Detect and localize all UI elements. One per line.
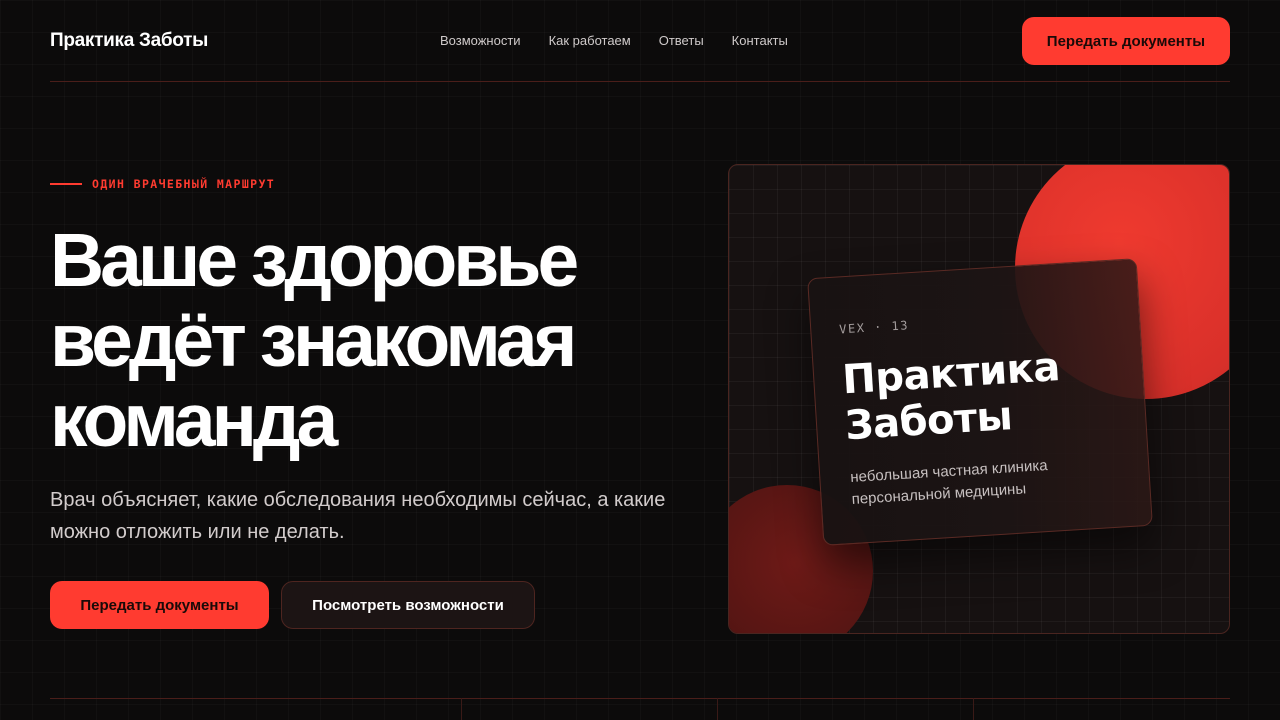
hero-visual: VEX · 13 Практика Заботы небольшая частн… [728, 164, 1230, 634]
nav-link-how-we-work[interactable]: Как работаем [549, 33, 631, 48]
nav-link-faq[interactable]: Ответы [659, 33, 704, 48]
nav-link-contacts[interactable]: Контакты [732, 33, 788, 48]
card-title: Практика Заботы [841, 339, 1146, 449]
brand-logo[interactable]: Практика Заботы [50, 30, 208, 52]
hero-submit-documents-button[interactable]: Передать документы [50, 581, 269, 629]
card-tag: VEX · 13 [838, 318, 910, 337]
card-subtitle: небольшая частная клиника персональной м… [850, 451, 1112, 511]
hero-lead-text: Врач объясняет, какие обследования необх… [50, 489, 666, 543]
hero-headline: Ваше здоровье ведёт знакомая команда [50, 220, 690, 460]
headline-line-2: ведёт знакомая [50, 298, 577, 382]
main-nav: Возможности Как работаем Ответы Контакты [440, 33, 788, 48]
headline-line-1: Ваше здоровье [50, 218, 579, 302]
stat-column-divider [973, 698, 974, 720]
eyebrow-line [50, 183, 82, 185]
clinic-card: VEX · 13 Практика Заботы небольшая частн… [807, 258, 1153, 546]
headline-line-3: команда [50, 378, 338, 462]
hero-eyebrow: ОДИН ВРАЧЕБНЫЙ МАРШРУТ [50, 177, 275, 191]
eyebrow-text: ОДИН ВРАЧЕБНЫЙ МАРШРУТ [92, 177, 276, 191]
site-header: Практика Заботы Возможности Как работаем… [50, 0, 1230, 82]
hero-view-features-button[interactable]: Посмотреть возможности [281, 581, 535, 629]
header-submit-documents-button[interactable]: Передать документы [1021, 17, 1230, 65]
stat-column-divider [717, 698, 718, 720]
nav-link-features[interactable]: Возможности [440, 33, 521, 48]
stat-column-divider [461, 698, 462, 720]
section-divider [50, 698, 1230, 699]
